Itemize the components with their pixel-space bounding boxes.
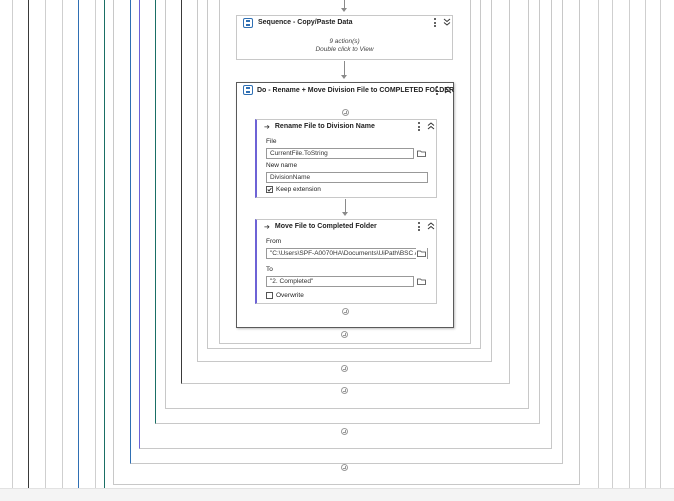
activity-title: Rename File to Division Name	[274, 123, 375, 130]
browse-folder-icon[interactable]	[416, 248, 427, 259]
do-rename-move-activity[interactable]: Do - Rename + Move Division File to COMP…	[236, 82, 454, 328]
nesting-line	[612, 0, 613, 488]
collapse-icon[interactable]	[444, 86, 452, 94]
keep-extension-label: Keep extension	[276, 186, 321, 193]
expand-icon[interactable]	[443, 18, 451, 26]
nesting-line	[629, 0, 630, 488]
sequence-icon	[243, 17, 253, 28]
designer-footer-bar	[0, 488, 674, 501]
nesting-line	[645, 0, 646, 488]
nesting-line	[598, 0, 599, 488]
nesting-line	[95, 0, 96, 488]
activity-title: Sequence - Copy/Paste Data	[258, 19, 353, 26]
activity-title: Move File to Completed Folder	[274, 223, 377, 230]
more-options-icon[interactable]	[418, 122, 421, 131]
flow-arrow	[341, 75, 347, 79]
add-activity-icon[interactable]	[341, 464, 348, 471]
flow-connector	[344, 61, 345, 75]
flow-arrow	[341, 8, 347, 12]
sequence-icon	[243, 85, 253, 95]
flow-connector	[345, 199, 346, 213]
double-click-hint: Double click to View	[315, 46, 374, 53]
nesting-line	[28, 0, 29, 488]
collapse-icon[interactable]	[427, 222, 435, 230]
to-label: To	[266, 266, 273, 273]
nesting-line	[12, 0, 13, 488]
nesting-line	[104, 0, 105, 488]
more-options-icon[interactable]	[434, 18, 437, 27]
file-label: File	[266, 138, 277, 145]
browse-folder-icon[interactable]	[416, 148, 427, 159]
arrow-right-icon: ➔	[264, 222, 270, 231]
to-field[interactable]: "2. Completed"	[266, 276, 414, 287]
move-file-activity[interactable]: ➔ Move File to Completed Folder From "C:…	[255, 219, 437, 304]
collapse-icon[interactable]	[427, 122, 435, 130]
add-activity-icon[interactable]	[341, 331, 348, 338]
more-options-icon[interactable]	[418, 222, 421, 231]
arrow-right-icon: ➔	[264, 122, 270, 131]
add-activity-icon[interactable]	[342, 308, 349, 315]
nesting-line	[78, 0, 79, 488]
overwrite-label: Overwrite	[276, 292, 304, 299]
nesting-line	[62, 0, 63, 488]
activity-header: ➔ Rename File to Division Name	[257, 120, 436, 133]
add-activity-icon[interactable]	[341, 387, 348, 394]
from-field[interactable]: "C:\Users\SPF-A0070HA\Documents\UiPath\B…	[266, 248, 428, 259]
flow-arrow	[342, 212, 348, 216]
file-field[interactable]: CurrentFile.ToString	[266, 148, 414, 159]
add-activity-icon[interactable]	[341, 428, 348, 435]
nesting-line	[660, 0, 661, 488]
nesting-line	[45, 0, 46, 488]
keep-extension-checkbox[interactable]	[266, 186, 273, 193]
overwrite-checkbox[interactable]	[266, 292, 273, 299]
new-name-label: New name	[266, 162, 298, 169]
browse-folder-icon[interactable]	[416, 276, 427, 287]
activity-header: Sequence - Copy/Paste Data	[237, 16, 452, 29]
new-name-field[interactable]: DivisionName	[266, 172, 428, 183]
action-count: 9 action(s)	[329, 38, 360, 45]
activity-header: ➔ Move File to Completed Folder	[257, 220, 436, 233]
sequence-copy-paste-activity[interactable]: Sequence - Copy/Paste Data 9 action(s) D…	[236, 15, 453, 60]
rename-file-activity[interactable]: ➔ Rename File to Division Name File Curr…	[255, 119, 437, 198]
add-activity-icon[interactable]	[341, 365, 348, 372]
activity-title: Do - Rename + Move Division File to COMP…	[257, 86, 454, 94]
from-label: From	[266, 238, 282, 245]
more-options-icon[interactable]	[436, 86, 439, 95]
activity-header: Do - Rename + Move Division File to COMP…	[237, 83, 454, 97]
add-activity-icon[interactable]	[342, 109, 349, 116]
